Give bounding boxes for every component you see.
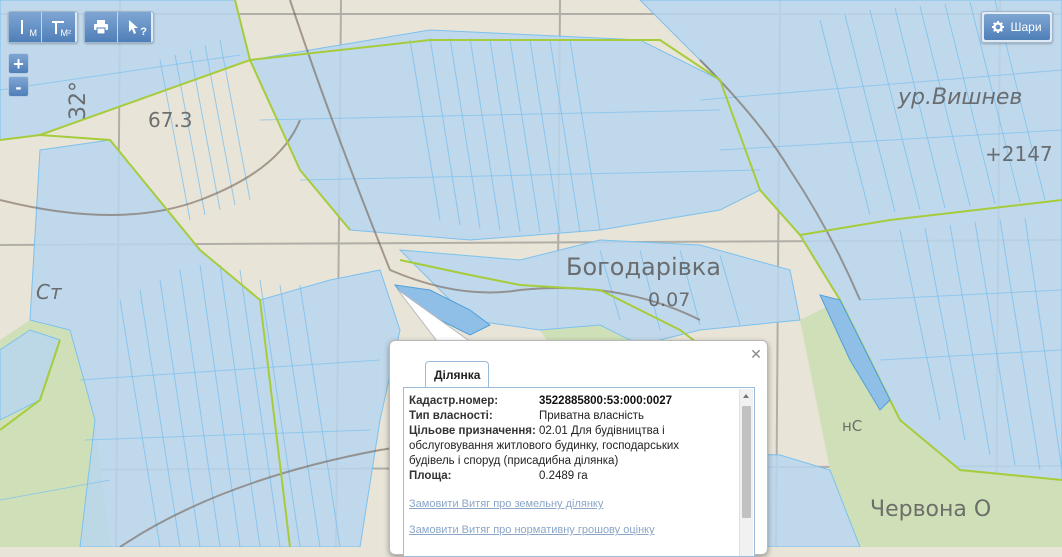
measure-area-button[interactable]: M² — [42, 12, 75, 42]
identify-button[interactable]: ? — [118, 12, 151, 42]
identify-help-mark: ? — [140, 26, 147, 38]
ownership-row: Тип власності: Приватна власність — [409, 409, 734, 424]
layers-button[interactable]: Шари — [981, 11, 1053, 43]
area-row: Площа: 0.2489 га — [409, 469, 734, 484]
area-value: 0.2489 га — [539, 470, 588, 482]
village-number-label: 0.07 — [648, 289, 691, 311]
close-icon[interactable]: ✕ — [749, 347, 763, 361]
ownership-label: Тип власності: — [409, 410, 493, 422]
tools-toolbar: ? — [84, 11, 154, 43]
scroll-up-arrow[interactable] — [743, 394, 749, 398]
gear-icon — [992, 21, 1005, 33]
order-links: Замовити Витяг про земельну ділянку Замо… — [409, 498, 655, 550]
print-button[interactable] — [85, 12, 118, 42]
purpose-row: Цільове призначення: 02.01 Для будівницт… — [409, 424, 734, 439]
ownership-value: Приватна власність — [539, 410, 645, 422]
parcel-info-popup: ✕ Ділянка Кадастр.номер: 3522885800:53:0… — [389, 340, 768, 557]
purpose-label: Цільове призначення: — [409, 425, 536, 437]
printer-icon — [94, 20, 108, 35]
tab-parcel[interactable]: Ділянка — [425, 361, 490, 387]
order-valuation-extract-link[interactable]: Замовити Витяг про нормативну грошову оц… — [409, 524, 655, 536]
order-parcel-extract-link[interactable]: Замовити Витяг про земельну ділянку — [409, 498, 655, 510]
cadastral-number: 3522885800:53:000:0027 — [539, 395, 673, 407]
cadastral-row: Кадастр.номер: 3522885800:53:000:0027 — [409, 394, 734, 409]
purpose-value-rest: обслуговування житлового будинку, господ… — [409, 440, 680, 467]
popup-scrollbar[interactable] — [739, 389, 753, 556]
measure-distance-unit: M — [29, 28, 38, 38]
measure-distance-button[interactable]: M — [9, 12, 42, 42]
zoom-out-button[interactable]: - — [8, 76, 29, 97]
elevation-label: 67.3 — [148, 108, 193, 132]
elevation-label-2: +2147 — [985, 142, 1053, 166]
area-label: Площа: — [409, 470, 452, 482]
street-label: ур.Вишнев — [898, 85, 1023, 110]
measure-area-unit: M² — [60, 28, 72, 38]
red-road-label: Червона О — [870, 497, 992, 522]
place-label: Ст — [36, 280, 62, 304]
zoom-in-button[interactable]: + — [8, 53, 29, 74]
popup-content: Кадастр.номер: 3522885800:53:000:0027 Ти… — [403, 387, 755, 557]
measure-toolbar: M M² — [8, 11, 78, 43]
village-label: Богодарівка — [566, 253, 721, 281]
layers-button-label: Шари — [1010, 20, 1042, 34]
purpose-value-line1: 02.01 Для будівництва і — [539, 425, 665, 437]
cadastral-label: Кадастр.номер: — [409, 395, 499, 407]
grid-coordinate-label: 32° — [66, 81, 91, 120]
place-label-2: нС — [842, 417, 863, 435]
layers-button-face: Шари — [984, 14, 1050, 40]
scroll-thumb[interactable] — [742, 406, 751, 518]
parcel-attributes: Кадастр.номер: 3522885800:53:000:0027 Ти… — [409, 394, 734, 484]
